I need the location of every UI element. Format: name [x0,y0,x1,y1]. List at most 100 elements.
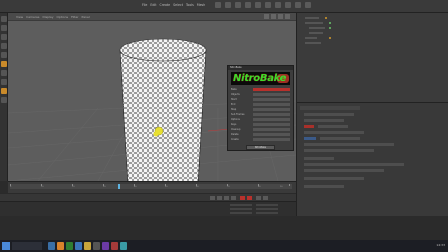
start-icon[interactable] [2,242,10,250]
attr-field[interactable] [304,168,384,172]
texture-mode-icon[interactable] [1,25,7,31]
attr-field[interactable] [318,124,348,128]
tick-label: 30 [103,186,106,188]
cube-icon[interactable] [285,2,291,8]
tick-label: 60 [196,186,199,188]
move-icon[interactable] [235,2,241,8]
edges-mode-icon[interactable] [1,43,7,49]
keys-field[interactable] [253,123,290,126]
options-field[interactable] [253,118,290,121]
object-row[interactable] [305,42,321,44]
attr-field[interactable] [304,142,394,146]
attr-field[interactable] [304,162,404,166]
bake-field[interactable] [253,88,290,91]
attr-field[interactable] [304,124,314,128]
tick-label: 0 [10,186,12,188]
create-field[interactable] [253,138,290,141]
nitrobake-logo-text: NitroBake [233,73,287,84]
menu-item[interactable]: Select [173,3,183,7]
next-frame-icon[interactable] [231,196,236,200]
app-icon[interactable] [120,242,127,250]
keyframe-icon[interactable] [263,196,268,200]
attr-field[interactable] [304,118,344,122]
prev-frame-icon[interactable] [217,196,222,200]
key-icon[interactable] [256,196,261,200]
menu-item[interactable]: Tools [186,3,194,7]
attr-field[interactable] [304,148,374,152]
nitrobake-dialog[interactable]: NitroBake NitroBake Bake Objects Start E… [227,65,294,151]
coord-field[interactable] [230,212,252,214]
main-menu: File Edit Create Select Tools Mesh [142,3,205,7]
attr-tabs[interactable] [300,106,360,110]
menu-item[interactable]: Create [160,3,171,7]
app-icon[interactable] [75,242,82,250]
object-row[interactable] [305,22,323,24]
playhead[interactable] [118,184,120,189]
attr-field[interactable] [304,112,354,116]
attr-field[interactable] [304,156,334,160]
coord-field[interactable] [256,212,278,214]
attr-field[interactable] [304,176,364,180]
workplane-icon[interactable] [1,88,7,94]
object-row[interactable] [305,37,317,39]
undo-icon[interactable] [215,2,221,8]
menu-item[interactable]: File [142,3,147,7]
attr-field[interactable] [304,136,316,140]
menu-item[interactable]: Edit [150,3,156,7]
app-icon[interactable] [57,242,64,250]
coord-field[interactable] [230,208,252,210]
attr-row [300,184,344,188]
step-field[interactable] [253,108,290,111]
attr-field[interactable] [304,130,364,134]
scale-icon[interactable] [245,2,251,8]
first-frame-icon[interactable] [210,196,215,200]
render-settings-icon[interactable] [275,2,281,8]
end-field[interactable] [253,103,290,106]
play-icon[interactable] [224,196,229,200]
attr-row [300,148,374,152]
model-mode-icon[interactable] [1,16,7,22]
attr-field[interactable] [304,184,344,188]
render-icon[interactable] [265,2,271,8]
nitrobake-button[interactable]: NitroBake [246,145,275,150]
objects-field[interactable] [253,93,290,96]
attr-row [300,112,354,116]
timeline[interactable]: 0 10 20 30 40 50 60 70 80 90 [8,181,296,193]
subframes-field[interactable] [253,113,290,116]
status-dot [329,37,331,39]
app-icon[interactable] [102,242,109,250]
object-row[interactable] [309,27,325,29]
sculpt-icon[interactable] [1,79,7,85]
tick-label: 20 [72,186,75,188]
object-row[interactable] [305,17,319,19]
menu-item[interactable]: Mesh [197,3,205,7]
timeline-ruler[interactable]: 0 10 20 30 40 50 60 70 80 90 [10,184,292,189]
polygons-mode-icon[interactable] [1,52,7,58]
start-field[interactable] [253,98,290,101]
app-icon[interactable] [66,242,73,250]
coord-field[interactable] [256,208,278,210]
taskbar-search[interactable] [12,242,42,250]
app-icon[interactable] [48,242,55,250]
delete-field[interactable] [253,133,290,136]
status-dot [325,17,327,19]
snap-icon[interactable] [1,61,7,67]
autokey-icon[interactable] [247,196,252,200]
object-row[interactable] [309,32,323,34]
coord-field[interactable] [256,204,278,206]
pen-icon[interactable] [295,2,301,8]
axis-icon[interactable] [1,70,7,76]
app-icon[interactable] [111,242,118,250]
lock-icon[interactable] [1,97,7,103]
light-icon[interactable] [305,2,311,8]
rotate-icon[interactable] [255,2,261,8]
points-mode-icon[interactable] [1,34,7,40]
app-icon[interactable] [93,242,100,250]
object-manager[interactable] [297,13,448,103]
record-icon[interactable] [240,196,245,200]
cleanup-field[interactable] [253,128,290,131]
app-icon[interactable] [84,242,91,250]
attr-field[interactable] [320,136,360,140]
redo-icon[interactable] [225,2,231,8]
coord-field[interactable] [230,204,252,206]
